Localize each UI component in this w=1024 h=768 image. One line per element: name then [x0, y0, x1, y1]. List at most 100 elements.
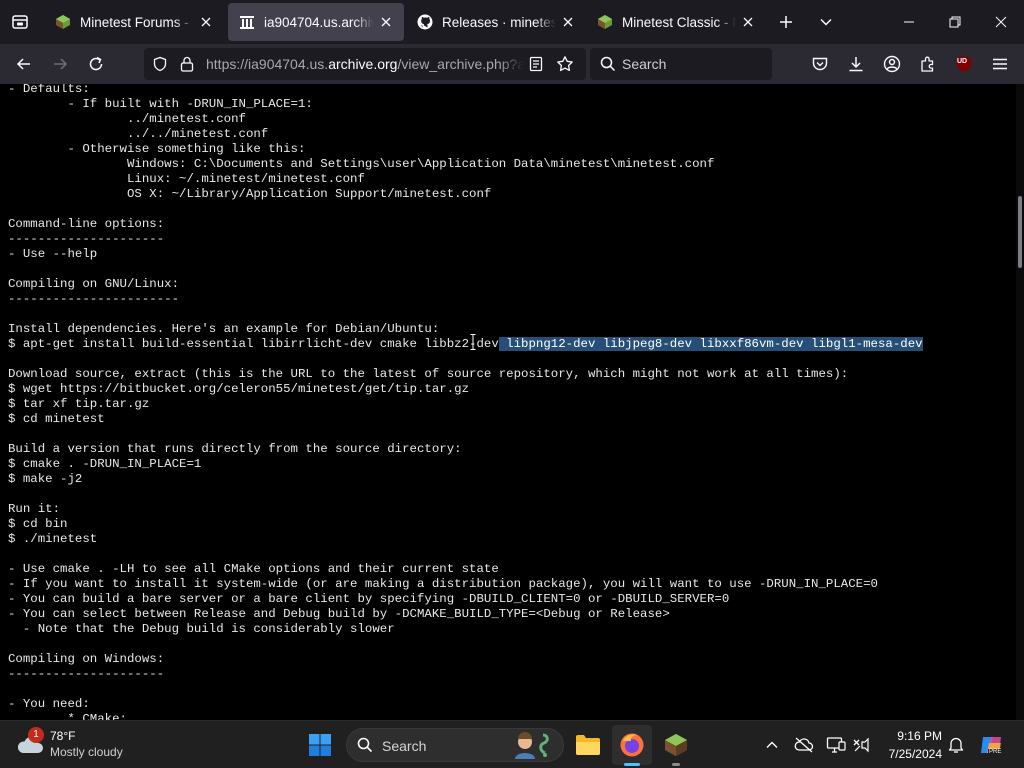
- copilot-preview-badge: PRE: [988, 749, 1003, 755]
- tab-minetest-classic[interactable]: Minetest Classic - Mine: [586, 3, 766, 41]
- close-icon[interactable]: [560, 14, 576, 30]
- url-bar[interactable]: https://ia904704.us.archive.org/view_arc…: [144, 48, 586, 80]
- firefox-active-indicator: [624, 763, 640, 766]
- back-button[interactable]: [8, 48, 40, 80]
- document-line: Download source, extract (this is the UR…: [8, 367, 849, 381]
- close-window-button[interactable]: [978, 0, 1024, 44]
- reader-view-icon[interactable]: [529, 56, 543, 72]
- new-tab-button[interactable]: [770, 6, 802, 38]
- puzzle-icon: [921, 56, 934, 72]
- document-line: - You need:: [8, 697, 90, 711]
- plus-icon: [780, 16, 792, 28]
- document-line-text: $ apt-get install build-essential libirr…: [8, 337, 499, 351]
- notifications-button[interactable]: [944, 733, 968, 757]
- pocket-button[interactable]: [804, 48, 836, 80]
- downloads-button[interactable]: [840, 48, 872, 80]
- search-icon: [600, 56, 616, 72]
- monitor-icon: [826, 737, 846, 753]
- tab-title: Minetest Classic - Mine: [622, 14, 736, 30]
- app-menu-button[interactable]: [984, 48, 1016, 80]
- weather-widget[interactable]: 1 78°F Mostly cloudy: [16, 727, 146, 763]
- document-line: $ tar xf tip.tar.gz: [8, 397, 150, 411]
- search-highlight-icon: [515, 732, 549, 759]
- start-button[interactable]: [300, 725, 340, 765]
- minimize-button[interactable]: [886, 0, 932, 44]
- taskbar-clock[interactable]: 9:16 PM 7/25/2024: [878, 727, 942, 763]
- document-line: - If built with -DRUN_IN_PLACE=1:: [8, 97, 313, 111]
- weather-description: Mostly cloudy: [50, 745, 123, 759]
- tab-archive-org[interactable]: ia904704.us.archive.org: [228, 3, 404, 41]
- taskbar-file-explorer[interactable]: [568, 725, 608, 765]
- clock-date: 7/25/2024: [888, 747, 942, 761]
- document-line: - If you want to install it system-wide …: [8, 577, 878, 591]
- navigation-toolbar: https://ia904704.us.archive.org/view_arc…: [0, 44, 1024, 84]
- close-icon[interactable]: [740, 14, 756, 30]
- windows-taskbar: 1 78°F Mostly cloudy Search 9:16 PM 7/25…: [0, 720, 1024, 768]
- taskbar-search-box[interactable]: Search: [346, 728, 564, 762]
- ublock-origin-button[interactable]: UD: [948, 48, 980, 80]
- copilot-button[interactable]: PRE: [978, 733, 1006, 757]
- document-line: $ make -j2: [8, 472, 83, 486]
- document-line: $ ./minetest: [8, 532, 98, 546]
- tab-minetest-forums[interactable]: Minetest Forums - Sear: [44, 3, 224, 41]
- document-line: $ apt-get install build-essential libirr…: [8, 337, 923, 352]
- document-line: - Otherwise something like this:: [8, 142, 306, 156]
- scrollbar-thumb[interactable]: [1018, 196, 1022, 268]
- minimize-icon: [904, 21, 914, 23]
- taskbar-firefox[interactable]: [612, 725, 652, 765]
- search-bar[interactable]: Search: [590, 48, 772, 80]
- onedrive-tray-button[interactable]: [792, 733, 816, 757]
- close-icon[interactable]: [378, 14, 394, 30]
- lock-icon[interactable]: [180, 56, 194, 72]
- cloud-offline-icon: [794, 737, 814, 753]
- bookmark-star-icon[interactable]: [556, 55, 574, 73]
- document-line: ../minetest.conf: [8, 112, 246, 126]
- list-all-tabs-button[interactable]: [810, 6, 842, 38]
- document-line: $ cd bin: [8, 517, 68, 531]
- document-line: Compiling on GNU/Linux:: [8, 277, 180, 291]
- page-content[interactable]: - Defaults: - If built with -DRUN_IN_PLA…: [0, 84, 1024, 720]
- shield-icon[interactable]: [152, 56, 168, 72]
- reload-button[interactable]: [80, 48, 112, 80]
- document-line: Install dependencies. Here's an example …: [8, 322, 440, 336]
- document-line: $ cd minetest: [8, 412, 105, 426]
- document-line: - Note that the Debug build is considera…: [8, 622, 395, 636]
- network-volume-tray-button[interactable]: [850, 733, 874, 757]
- selected-text: libpng12-dev libjpeg8-dev libxxf86vm-dev…: [498, 337, 923, 351]
- download-icon: [849, 57, 863, 72]
- weather-alert-badge: 1: [28, 727, 44, 743]
- show-hidden-icons-button[interactable]: [760, 733, 784, 757]
- document-line: - You can select between Release and Deb…: [8, 607, 670, 621]
- close-icon: [995, 16, 1007, 28]
- taskbar-search-placeholder: Search: [382, 738, 427, 754]
- forward-button[interactable]: [44, 48, 76, 80]
- firefox-view-button[interactable]: [0, 0, 40, 44]
- url-text: https://ia904704.us.archive.org/view_arc…: [206, 56, 524, 72]
- document-line: Linux: ~/.minetest/minetest.conf: [8, 172, 365, 186]
- document-line: Command-line options:: [8, 217, 165, 231]
- scrollbar-track[interactable]: [1016, 84, 1024, 720]
- document-line: - Use --help: [8, 247, 98, 261]
- url-host: archive.org: [328, 56, 398, 72]
- close-icon[interactable]: [198, 14, 214, 30]
- windows-logo-icon: [309, 734, 331, 756]
- tab-title: ia904704.us.archive.org: [264, 14, 374, 30]
- plain-text-document: - Defaults: - If built with -DRUN_IN_PLA…: [8, 84, 923, 720]
- url-path: /view_archive.php?a: [397, 56, 524, 72]
- hamburger-menu-icon: [993, 58, 1007, 70]
- chevron-up-icon: [766, 741, 778, 748]
- network-icon: [853, 737, 869, 753]
- github-icon: [416, 13, 434, 31]
- account-button[interactable]: [876, 48, 908, 80]
- extensions-button[interactable]: [912, 48, 944, 80]
- maximize-button[interactable]: [932, 0, 978, 44]
- tab-github-releases[interactable]: Releases · minetest-wor: [406, 3, 586, 41]
- pocket-icon: [812, 57, 828, 71]
- taskbar-minetest[interactable]: [656, 725, 696, 765]
- display-tray-button[interactable]: [824, 733, 848, 757]
